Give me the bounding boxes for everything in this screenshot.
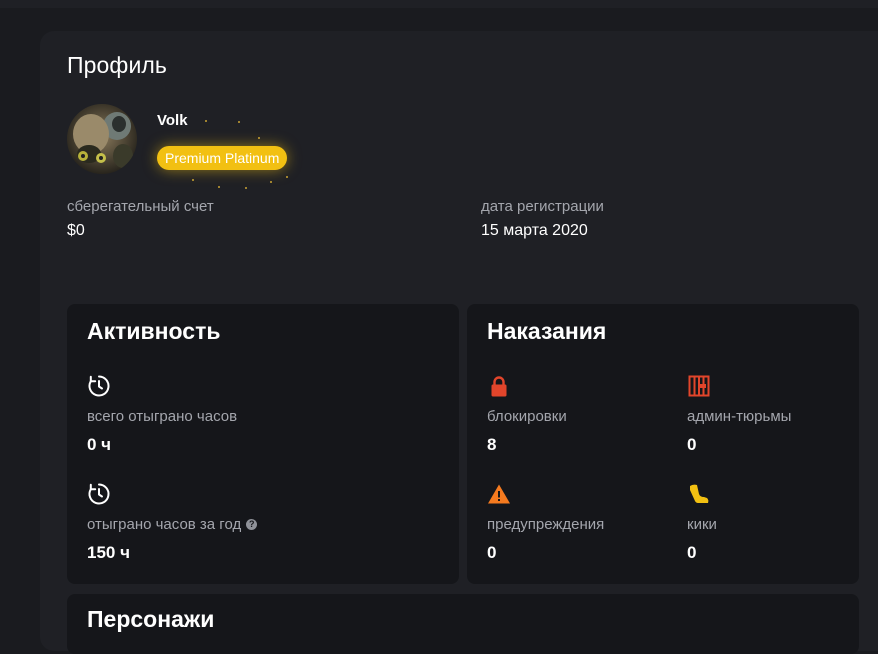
username[interactable]: Volk: [157, 112, 188, 129]
premium-badge: Premium Platinum: [157, 146, 288, 170]
profile-card: Профиль Volk Premium Platinum сберегател…: [40, 31, 878, 654]
stat-label: отыграно часов за год?: [87, 516, 258, 533]
sidebar: [0, 8, 40, 622]
savings-value: $0: [67, 222, 85, 239]
stat-value: 0 ч: [87, 435, 112, 454]
avatar[interactable]: [67, 104, 137, 174]
sparkle-dot: [270, 181, 272, 183]
stat-value: 8: [487, 435, 497, 454]
punishments-panel: Наказания блокировки 8 админ-тюрьмы 0 пр…: [467, 304, 859, 584]
stat-value: 0: [687, 543, 697, 562]
characters-title: Персонажи: [87, 606, 215, 632]
registration-value: 15 марта 2020: [481, 222, 588, 239]
characters-panel: Персонажи: [67, 594, 859, 654]
avatar-image: [67, 104, 137, 174]
sparkle-dot: [238, 121, 240, 123]
sparkle-dot: [192, 179, 194, 181]
warning-icon: [488, 484, 510, 504]
sparkle-dot: [205, 120, 207, 122]
jail-icon: [688, 375, 710, 397]
activity-title: Активность: [87, 318, 221, 344]
sparkle-dot: [286, 176, 288, 178]
sparkle-dot: [258, 137, 260, 139]
stat-value: 150 ч: [87, 543, 130, 562]
stat-label-text: отыграно часов за год: [87, 516, 242, 533]
page-title: Профиль: [67, 52, 167, 78]
stat-label: блокировки: [487, 408, 567, 425]
activity-panel: Активность всего отыграно часов 0 ч отыг…: [67, 304, 459, 584]
stat-value: 0: [687, 435, 697, 454]
punishments-title: Наказания: [487, 318, 607, 344]
top-bar: [0, 0, 878, 8]
stat-label: всего отыграно часов: [87, 408, 238, 425]
stat-label: предупреждения: [487, 516, 605, 533]
registration-label: дата регистрации: [481, 198, 604, 215]
clock-icon: [88, 375, 110, 397]
stat-label: админ-тюрьмы: [687, 408, 792, 425]
lock-icon: [491, 376, 507, 397]
stat-label: кики: [687, 516, 717, 533]
clock-icon: [88, 483, 110, 505]
boot-icon: [690, 484, 709, 503]
stat-value: 0: [487, 543, 497, 562]
question-icon[interactable]: ?: [246, 519, 258, 530]
sparkle-dot: [218, 186, 220, 188]
sparkle-dot: [245, 187, 247, 189]
savings-label: сберегательный счет: [67, 198, 214, 215]
